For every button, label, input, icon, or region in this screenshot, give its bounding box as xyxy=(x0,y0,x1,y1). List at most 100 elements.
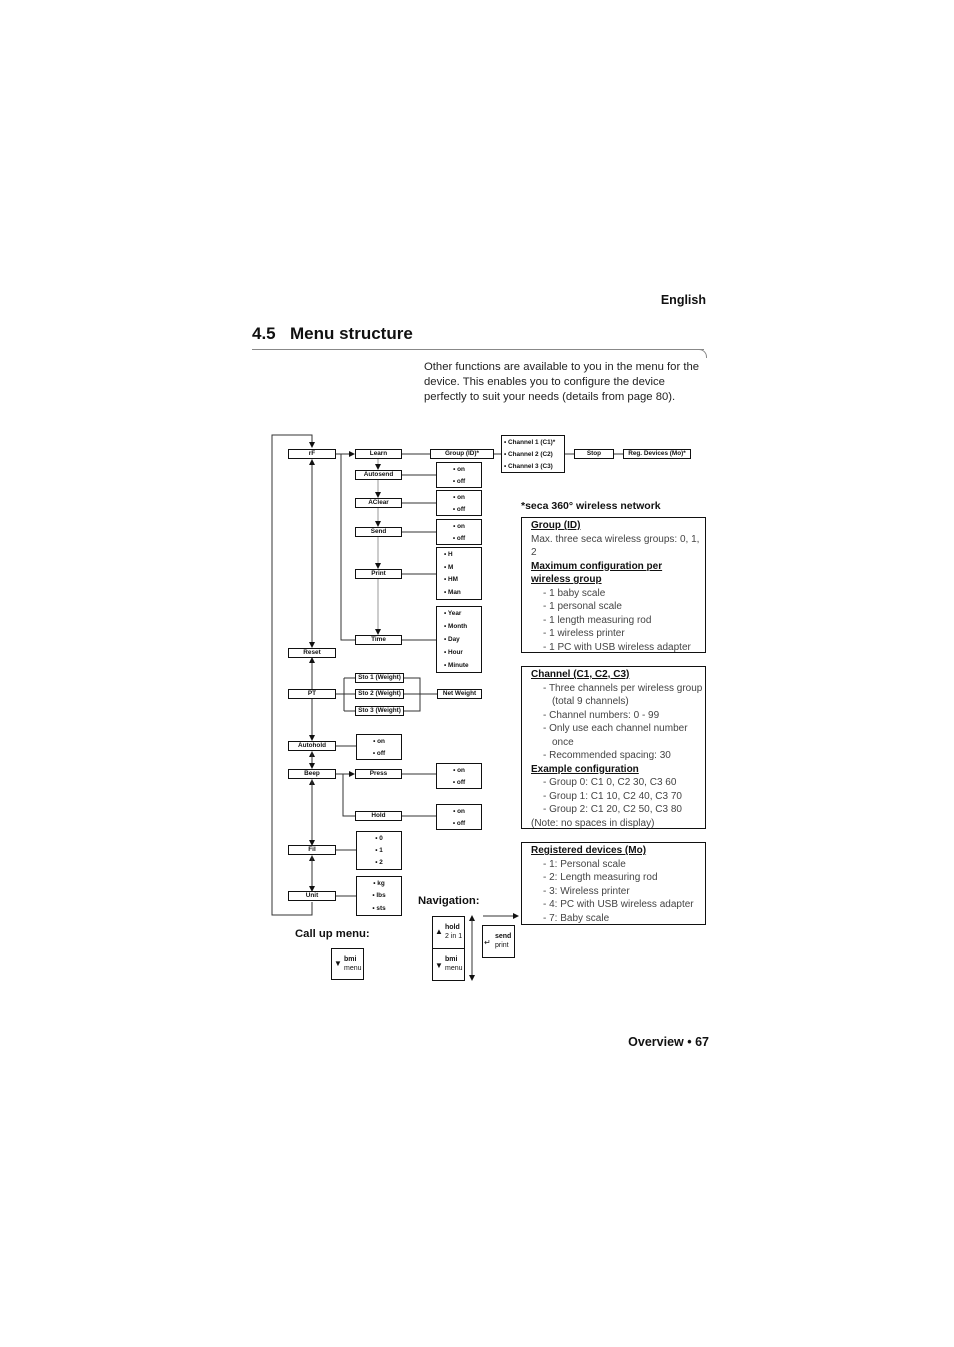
option-off: • off xyxy=(372,749,386,757)
option-minute: • Minute xyxy=(444,662,469,669)
option-hm: • HM xyxy=(444,576,458,584)
menu-node-fil: Fil xyxy=(288,845,336,855)
menu-node-reset: Reset xyxy=(288,648,336,658)
registered-item: - 7: Baby scale xyxy=(543,912,610,924)
option-day: • Day xyxy=(444,636,460,643)
menu-node-pt: PT xyxy=(288,689,336,699)
option-kg: • kg xyxy=(373,879,385,887)
option-month: • Month xyxy=(444,623,468,630)
call-up-menu-label: Call up menu: xyxy=(295,928,370,940)
registered-item: - 3: Wireless printer xyxy=(543,885,630,897)
fil-options: • 0 • 1 • 2 xyxy=(356,831,402,870)
option-h: • H xyxy=(444,550,453,558)
menu-node-unit: Unit xyxy=(288,891,336,901)
aclear-options: • on • off xyxy=(436,490,482,516)
channel-item: - Channel numbers: 0 - 99 xyxy=(543,709,660,721)
option-lbs: • lbs xyxy=(372,892,386,900)
up-arrow-icon: ▲ xyxy=(435,927,443,936)
max-config-item: - 1 length measuring rod xyxy=(543,614,652,626)
option-0: • 0 xyxy=(375,834,383,842)
option-channel-1: • Channel 1 (C1)* xyxy=(504,438,556,446)
channel-title: Channel (C1, C2, C3) xyxy=(531,669,630,680)
option-man: • Man xyxy=(444,589,461,597)
channel-item: - Three channels per wireless group (tot… xyxy=(543,682,703,708)
menu-node-net-weight: Net Weight xyxy=(437,689,482,699)
option-on: • on xyxy=(453,465,465,473)
press-options: • on • off xyxy=(436,763,482,789)
menu-node-sto-3: Sto 3 (Weight) xyxy=(355,706,404,716)
option-off: • off xyxy=(452,778,466,786)
channel-options: • Channel 1 (C1)* • Channel 2 (C2) • Cha… xyxy=(501,435,565,473)
down-arrow-icon: ▼ xyxy=(435,961,443,970)
menu-node-reg-devices: Reg. Devices (Mo)* xyxy=(623,449,691,459)
menu-node-rf: rF xyxy=(288,449,336,459)
page-footer: Overview • 67 xyxy=(628,1035,709,1049)
time-options: • Year • Month • Day • Hour • Minute xyxy=(436,606,482,673)
group-id-text: Max. three seca wireless groups: 0, 1, 2 xyxy=(531,533,700,559)
example-item: - Group 2: C1 20, C2 50, C3 80 xyxy=(543,804,682,815)
option-off: • off xyxy=(452,534,466,542)
menu-connectors xyxy=(271,434,623,981)
channel-item: - Recommended spacing: 30 xyxy=(543,750,671,761)
menu-node-sto-1: Sto 1 (Weight) xyxy=(355,673,404,683)
max-config-item: - 1 wireless printer xyxy=(543,628,625,639)
max-config-item: - 1 baby scale xyxy=(543,587,606,599)
option-on: • on xyxy=(453,522,465,530)
channel-infobox: Channel (C1, C2, C3) - Three channels pe… xyxy=(521,666,706,829)
option-on: • on xyxy=(373,737,385,745)
menu-node-sto-2: Sto 2 (Weight) xyxy=(355,689,404,699)
send-print-key: ↵ send print xyxy=(482,925,515,958)
enter-arrow-icon: ↵ xyxy=(484,938,491,947)
menu-node-stop: Stop xyxy=(574,449,614,459)
max-config-title: Maximum configuration per wireless group xyxy=(531,560,663,586)
autohold-options: • on • off xyxy=(356,734,402,760)
max-config-item: - 1 PC with USB wireless adapter xyxy=(543,641,691,653)
menu-node-print: Print xyxy=(355,569,402,579)
bmi-menu-nav-key: ▼ bmi menu xyxy=(432,948,465,981)
menu-node-beep: Beep xyxy=(288,769,336,779)
send-options: • on • off xyxy=(436,519,482,545)
navigation-label: Navigation: xyxy=(418,895,480,907)
max-config-item: - 1 personal scale xyxy=(543,601,622,612)
loop-line xyxy=(271,434,315,916)
menu-node-hold: Hold xyxy=(355,811,402,821)
bmi-menu-key: ▼ bmi menu xyxy=(331,948,364,980)
group-id-infobox: Group (ID) Max. three seca wireless grou… xyxy=(521,517,706,653)
option-year: • Year xyxy=(444,610,462,617)
registered-devices-title: Registered devices (Mo) xyxy=(531,845,647,856)
autosend-options: • on • off xyxy=(436,462,482,488)
registered-item: - 1: Personal scale xyxy=(543,858,626,870)
option-1: • 1 xyxy=(375,846,383,854)
option-on: • on xyxy=(453,766,465,774)
example-item: - Group 0: C1 0, C2 30, C3 60 xyxy=(543,777,677,788)
example-config-title: Example configuration xyxy=(531,763,639,775)
option-hour: • Hour xyxy=(444,649,463,656)
menu-node-autohold: Autohold xyxy=(288,741,336,751)
menu-node-time: Time xyxy=(355,635,402,645)
option-sts: • sts xyxy=(372,905,386,913)
menu-node-send: Send xyxy=(355,527,402,537)
hold-options: • on • off xyxy=(436,804,482,830)
group-id-title: Group (ID) xyxy=(531,520,581,531)
menu-node-press: Press xyxy=(355,769,402,779)
channel-note: (Note: no spaces in display) xyxy=(531,817,655,829)
option-m: • M xyxy=(444,563,454,571)
option-on: • on xyxy=(453,493,465,501)
option-off: • off xyxy=(452,819,466,827)
example-item: - Group 1: C1 10, C2 40, C3 70 xyxy=(543,790,682,802)
wireless-network-heading: *seca 360° wireless network xyxy=(521,500,661,512)
menu-node-aclear: AClear xyxy=(355,498,402,508)
registered-item: - 4: PC with USB wireless adapter xyxy=(543,899,694,910)
option-2: • 2 xyxy=(375,859,383,867)
menu-node-learn: Learn xyxy=(355,449,402,459)
option-channel-3: • Channel 3 (C3) xyxy=(504,462,553,470)
down-arrow-icon: ▼ xyxy=(334,959,342,968)
option-off: • off xyxy=(452,477,466,485)
option-on: • on xyxy=(453,807,465,815)
menu-node-group-id: Group (ID)* xyxy=(430,449,494,459)
option-channel-2: • Channel 2 (C2) xyxy=(504,450,553,458)
hold-2in1-key: ▲ hold 2 in 1 xyxy=(432,916,465,949)
print-options: • H • M • HM • Man xyxy=(436,547,482,600)
unit-options: • kg • lbs • sts xyxy=(356,876,402,916)
menu-node-autosend: Autosend xyxy=(355,470,402,480)
